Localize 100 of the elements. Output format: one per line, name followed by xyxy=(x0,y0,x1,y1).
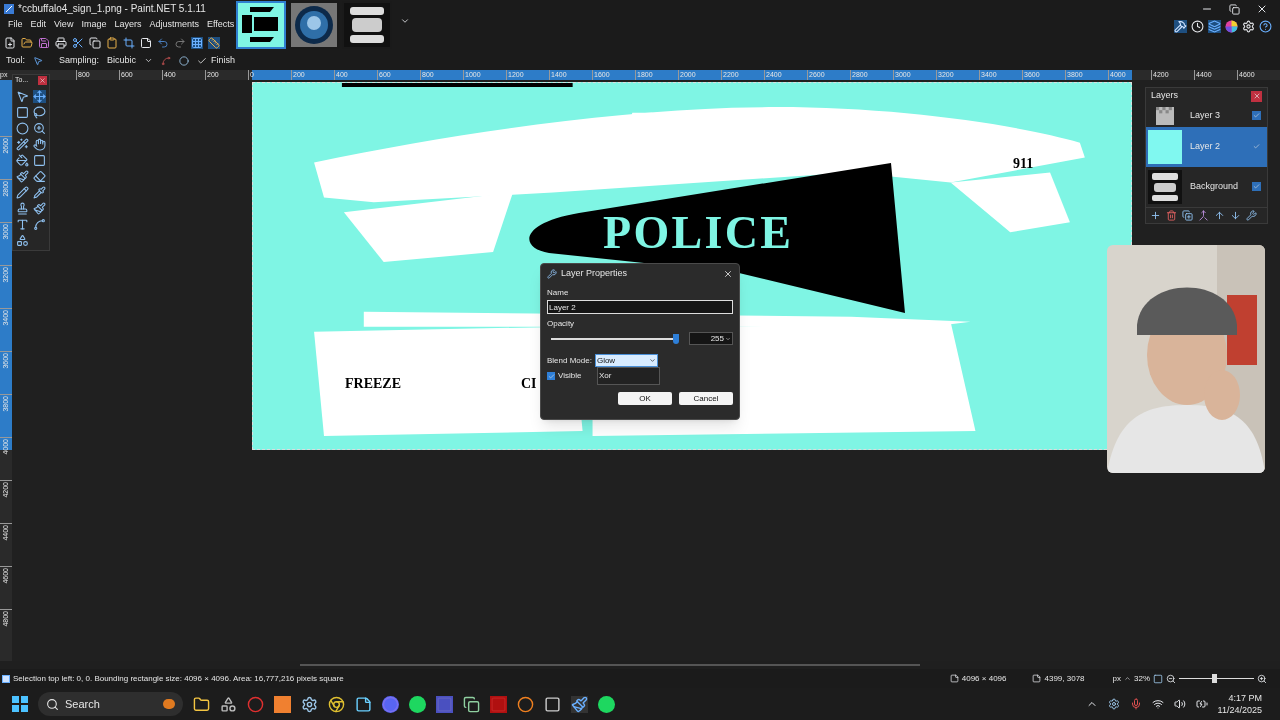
layer-row[interactable]: Layer 3 xyxy=(1146,104,1267,127)
paint-icon[interactable] xyxy=(571,695,588,713)
gradient-icon[interactable] xyxy=(33,153,46,167)
start-icon[interactable] xyxy=(12,696,28,713)
duplicate-layer-icon[interactable] xyxy=(1182,209,1193,221)
zoom-slider[interactable] xyxy=(1179,673,1254,684)
color-wheel-icon[interactable] xyxy=(1225,20,1238,33)
brush-icon[interactable] xyxy=(16,169,29,183)
crop-icon[interactable] xyxy=(123,36,135,49)
copy-icon[interactable] xyxy=(89,36,101,49)
microphone-icon[interactable] xyxy=(1129,698,1142,711)
antialias-icon[interactable] xyxy=(161,55,172,66)
visibility-checkbox[interactable] xyxy=(1252,111,1261,121)
shapes-icon[interactable] xyxy=(16,233,29,247)
new-icon[interactable] xyxy=(4,36,16,49)
layers-icon[interactable] xyxy=(1208,20,1221,33)
hammer-icon[interactable] xyxy=(1174,20,1187,33)
blend-mode-dropdown[interactable]: Glow xyxy=(594,354,658,367)
visibility-checkbox[interactable] xyxy=(1252,142,1261,152)
close-button[interactable] xyxy=(1251,90,1262,102)
image-tab[interactable] xyxy=(342,1,392,49)
properties-icon[interactable] xyxy=(1246,209,1257,221)
text-icon[interactable] xyxy=(16,217,29,231)
eraser-icon[interactable] xyxy=(33,169,46,183)
visibility-checkbox[interactable] xyxy=(1252,182,1261,192)
ruler-icon[interactable] xyxy=(208,36,220,49)
help-icon[interactable] xyxy=(1259,20,1272,33)
recolor-icon[interactable] xyxy=(33,201,46,215)
search-field[interactable]: Search xyxy=(38,692,183,717)
battery-icon[interactable] xyxy=(1195,698,1208,711)
notepad-icon[interactable] xyxy=(355,695,372,713)
lasso-icon[interactable] xyxy=(33,105,46,119)
opacity-spinbox[interactable]: 255 xyxy=(688,332,733,345)
line-icon[interactable] xyxy=(33,217,46,231)
app-icon[interactable] xyxy=(274,695,291,713)
unit-dropdown[interactable]: px xyxy=(1112,672,1121,685)
cancel-button[interactable]: Cancel xyxy=(679,392,733,405)
save-icon[interactable] xyxy=(38,36,50,49)
app-icon[interactable] xyxy=(544,695,561,713)
select-icon[interactable] xyxy=(16,89,29,103)
menu-item[interactable]: Layers xyxy=(110,18,146,32)
menu-item[interactable]: Image xyxy=(77,18,111,32)
opacity-slider[interactable] xyxy=(551,333,679,344)
ok-button[interactable]: OK xyxy=(618,392,672,405)
zoom-in-icon[interactable] xyxy=(1257,673,1267,684)
close-button[interactable] xyxy=(38,76,47,86)
name-field[interactable]: Layer 2 xyxy=(547,300,733,314)
menu-item[interactable]: Adjustments xyxy=(145,18,203,32)
paste-icon[interactable] xyxy=(106,36,118,49)
zoom-out-icon[interactable] xyxy=(1166,673,1176,684)
pipette-icon[interactable] xyxy=(33,185,46,199)
browser-icon[interactable] xyxy=(328,695,345,713)
add-layer-icon[interactable] xyxy=(1150,209,1161,221)
layer-row[interactable]: Layer 2 xyxy=(1146,126,1267,167)
sampling-dropdown[interactable]: Bicubic xyxy=(107,54,137,68)
ftp-icon[interactable] xyxy=(490,695,507,713)
grid-icon[interactable] xyxy=(191,36,203,49)
bucket-icon[interactable] xyxy=(16,153,29,167)
settings-icon[interactable] xyxy=(1242,20,1255,33)
close-button[interactable] xyxy=(723,269,733,279)
move-down-icon[interactable] xyxy=(1230,209,1241,221)
finish-button[interactable]: Finish xyxy=(197,54,236,68)
dropdown-option[interactable]: Xor xyxy=(598,370,659,382)
image-tab[interactable] xyxy=(289,1,339,49)
zoom-icon[interactable] xyxy=(33,121,46,135)
restore-icon[interactable] xyxy=(1229,3,1240,15)
delete-layer-icon[interactable] xyxy=(1166,209,1177,221)
stamp-icon[interactable] xyxy=(16,201,29,215)
move-icon[interactable] xyxy=(33,89,46,103)
menu-item[interactable]: Effects xyxy=(202,18,239,32)
menu-item[interactable]: File xyxy=(4,18,27,32)
deselect-icon[interactable] xyxy=(140,36,152,49)
volume-icon[interactable] xyxy=(1173,698,1186,711)
pencil-icon[interactable] xyxy=(16,185,29,199)
redo-icon[interactable] xyxy=(174,36,186,49)
open-icon[interactable] xyxy=(21,36,33,49)
undo-icon[interactable] xyxy=(157,36,169,49)
layer-row[interactable]: Background xyxy=(1146,166,1267,207)
dropdown-icon[interactable] xyxy=(400,16,410,26)
cut-icon[interactable] xyxy=(72,36,84,49)
menu-item[interactable]: View xyxy=(50,18,78,32)
hand-icon[interactable] xyxy=(33,137,46,151)
merge-layer-icon[interactable] xyxy=(1198,209,1209,221)
history-icon[interactable] xyxy=(1191,20,1204,33)
close-icon[interactable] xyxy=(1256,3,1268,15)
ellipse-select-icon[interactable] xyxy=(16,121,29,135)
slider-thumb[interactable] xyxy=(673,333,680,344)
menu-item[interactable]: Edit xyxy=(26,18,51,32)
print-icon[interactable] xyxy=(55,36,67,49)
blend-icon[interactable] xyxy=(179,55,190,66)
fit-window-icon[interactable] xyxy=(1153,673,1163,684)
caret-icon[interactable] xyxy=(1124,675,1131,683)
visible-checkbox[interactable] xyxy=(547,372,555,380)
rectangle-select-icon[interactable] xyxy=(16,105,29,119)
folder-icon[interactable] xyxy=(193,695,210,713)
slider-thumb[interactable] xyxy=(1212,674,1218,684)
image-tab[interactable] xyxy=(236,1,286,49)
magic-wand-icon[interactable] xyxy=(16,137,29,151)
pointer-icon[interactable] xyxy=(33,55,43,66)
move-up-icon[interactable] xyxy=(1214,209,1225,221)
